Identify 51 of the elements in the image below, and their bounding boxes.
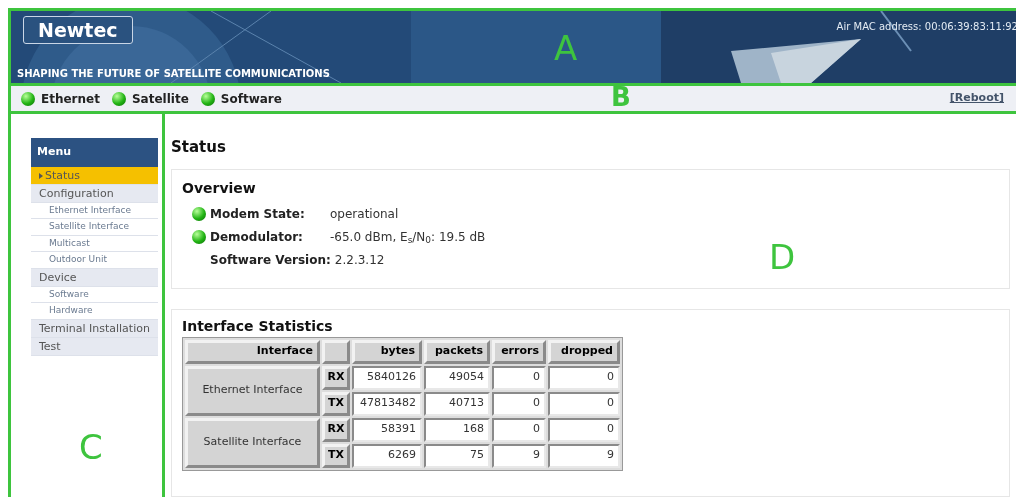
- logo: Newtec: [23, 16, 133, 44]
- section-title: Overview: [182, 178, 257, 198]
- annotation-letter: D: [769, 239, 796, 274]
- indicator-label: Ethernet: [41, 90, 100, 108]
- annotation-letter: A: [554, 31, 578, 65]
- table-cell: 0: [548, 417, 620, 442]
- section-title: Interface Statistics: [182, 316, 334, 336]
- table-cell: 0: [492, 391, 546, 416]
- table-cell: TX: [322, 391, 350, 416]
- column-header: Interface: [185, 339, 320, 364]
- tagline: SHAPING THE FUTURE OF SATELLITE COMMUNICATIONS: [17, 67, 330, 81]
- table-cell: 0: [548, 391, 620, 416]
- field-value: operational: [330, 206, 399, 223]
- annotation-letter: C: [79, 430, 103, 464]
- arrow-icon: [39, 172, 43, 179]
- table-cell: 58391: [352, 417, 422, 442]
- table-cell: RX: [322, 365, 350, 390]
- column-header: dropped: [548, 339, 620, 364]
- table-cell: 40713: [424, 391, 490, 416]
- table-cell: 6269: [352, 443, 422, 468]
- menu-item[interactable]: Satellite Interface: [31, 219, 158, 236]
- indicator-label: Software: [220, 90, 282, 108]
- field-value: -65.0 dBm, E$_{s}$/N$_{0}$: 19.5 dB: [330, 229, 486, 246]
- annotation-letter: B: [611, 84, 631, 110]
- field-label: Modem State:: [210, 206, 306, 223]
- page-title: Status: [171, 137, 227, 158]
- menu-title: Menu: [31, 138, 158, 167]
- menu-item[interactable]: Outdoor Unit: [31, 252, 158, 269]
- indicator-label: Satellite: [131, 90, 189, 108]
- table-cell: 49054: [424, 365, 490, 390]
- column-header: bytes: [352, 339, 422, 364]
- table-cell: 9: [548, 443, 620, 468]
- menu-item[interactable]: Hardware: [31, 303, 158, 320]
- table-cell: 5840126: [352, 365, 422, 390]
- field-label: Software Version:: [210, 252, 331, 269]
- reboot-link[interactable]: [Reboot]: [949, 90, 1004, 107]
- column-header: packets: [424, 339, 490, 364]
- table-cell: Ethernet Interface: [185, 365, 320, 416]
- table-cell: 47813482: [352, 391, 422, 416]
- table-cell: 9: [492, 443, 546, 468]
- table-cell: RX: [322, 417, 350, 442]
- table-cell: 0: [492, 417, 546, 442]
- table-cell: 75: [424, 443, 490, 468]
- field-label: Demodulator:: [210, 229, 304, 246]
- table-cell: TX: [322, 443, 350, 468]
- table-cell: 0: [548, 365, 620, 390]
- column-header: errors: [492, 339, 546, 364]
- field-value: 2.2.3.12: [334, 252, 385, 269]
- table-cell: 0: [492, 365, 546, 390]
- table-cell: Satellite Interface: [185, 417, 320, 468]
- table-cell: 168: [424, 417, 490, 442]
